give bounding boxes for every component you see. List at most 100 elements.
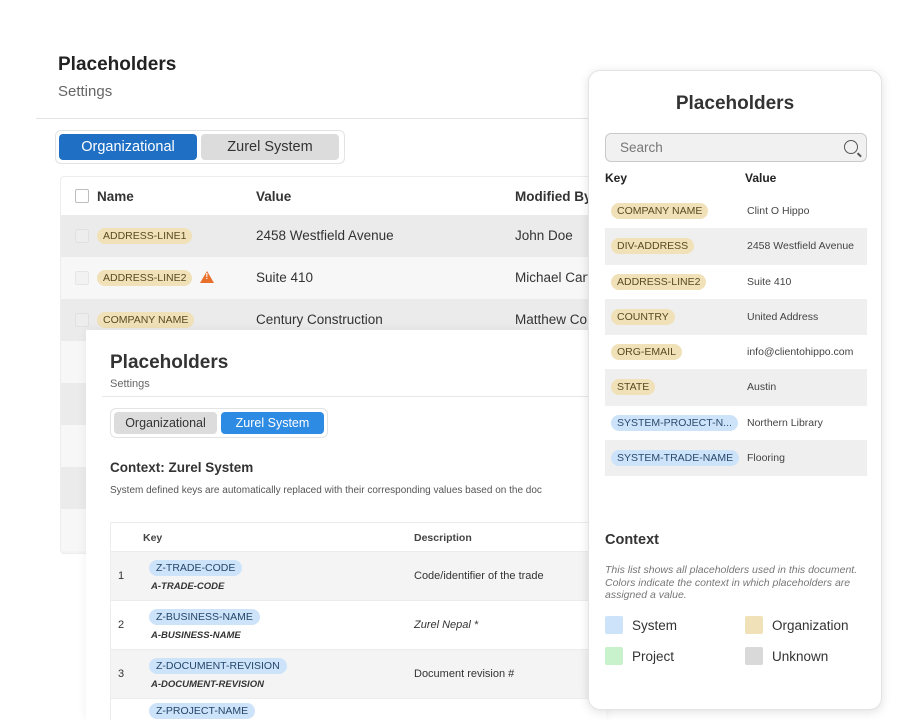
bg-table-header: Name Value Modified By xyxy=(61,177,601,215)
row-checkbox[interactable] xyxy=(75,229,89,243)
placeholder-value: Suite 410 xyxy=(747,275,792,288)
placeholder-value: United Address xyxy=(747,310,819,323)
list-item[interactable]: STATE Austin xyxy=(605,370,867,406)
list-item[interactable]: SYSTEM-TRADE-NAME Flooring xyxy=(605,441,867,477)
placeholder-pill: COMPANY NAME xyxy=(611,203,709,219)
table-row[interactable]: 1 Z-TRADE-CODE A-TRADE-CODE Code/identif… xyxy=(111,552,606,601)
list-item[interactable]: SYSTEM-PROJECT-N... Northern Library xyxy=(605,406,867,442)
context-note: This list shows all placeholders used in… xyxy=(605,564,858,601)
table-row[interactable]: 3 Z-DOCUMENT-REVISION A-DOCUMENT-REVISIO… xyxy=(111,650,606,699)
legend-label: Project xyxy=(632,648,675,664)
placeholder-pill: ADDRESS-LINE2 xyxy=(97,270,193,286)
zurel-page-title: Placeholders xyxy=(110,352,229,373)
placeholders-side-panel: Placeholders Key Value COMPANY NAME Clin… xyxy=(588,70,882,710)
legend-organization: Organization xyxy=(745,616,849,634)
bg-divider xyxy=(36,118,596,119)
row-modified-by: Michael Cart xyxy=(515,270,591,285)
table-row[interactable]: 2 Z-BUSINESS-NAME A-BUSINESS-NAME Zurel … xyxy=(111,601,606,650)
zurel-context-note: System defined keys are automatically re… xyxy=(110,485,542,496)
placeholder-pill: COUNTRY xyxy=(611,308,675,325)
table-row[interactable]: Z-PROJECT-NAME xyxy=(111,699,606,720)
zurel-page-subtitle: Settings xyxy=(110,378,150,390)
row-value: Century Construction xyxy=(256,312,383,327)
zurel-col-key: Key xyxy=(143,532,163,544)
search-icon[interactable] xyxy=(844,140,858,154)
row-checkbox[interactable] xyxy=(75,271,89,285)
bg-tab-zurel-system[interactable]: Zurel System xyxy=(201,134,339,160)
zurel-table-header: Key Description xyxy=(111,523,606,552)
row-checkbox[interactable] xyxy=(75,313,89,327)
placeholder-value: Flooring xyxy=(747,452,785,465)
row-value: 2458 Westfield Avenue xyxy=(256,228,394,243)
list-item[interactable]: COUNTRY United Address xyxy=(605,299,867,336)
bg-col-value: Value xyxy=(256,189,292,204)
bg-page-title: Placeholders xyxy=(58,54,177,75)
zurel-tab-group: Organizational Zurel System xyxy=(110,408,328,438)
bg-tab-organizational[interactable]: Organizational xyxy=(59,134,197,160)
select-all-checkbox[interactable] xyxy=(75,189,89,203)
context-title: Context xyxy=(605,532,659,548)
key-description: Code/identifier of the trade xyxy=(414,570,544,582)
row-value: Suite 410 xyxy=(256,270,314,285)
legend-label: Unknown xyxy=(772,648,829,664)
panel-title: Placeholders xyxy=(675,93,795,114)
key-alias: A-BUSINESS-NAME xyxy=(151,630,241,641)
search-input[interactable] xyxy=(618,139,842,156)
system-key-pill: Z-DOCUMENT-REVISION xyxy=(149,658,287,674)
zurel-tab-organizational[interactable]: Organizational xyxy=(114,412,217,434)
legend-unknown: Unknown xyxy=(745,647,828,665)
system-key-pill: Z-BUSINESS-NAME xyxy=(149,609,260,625)
legend-swatch xyxy=(745,616,763,634)
list-item[interactable]: DIV-ADDRESS 2458 Westfield Avenue xyxy=(605,229,867,265)
row-modified-by: John Doe xyxy=(515,228,573,243)
bg-col-modified: Modified By xyxy=(515,189,592,204)
table-row[interactable]: ADDRESS-LINE2 Suite 410 Michael Cart xyxy=(61,257,601,299)
placeholder-value: Clint O Hippo xyxy=(747,205,810,217)
legend-system: System xyxy=(605,616,677,634)
placeholder-value: info@clientohippo.com xyxy=(747,346,854,359)
search-box xyxy=(605,133,867,162)
warning-icon xyxy=(200,271,215,284)
panel-col-value: Value xyxy=(745,171,777,185)
zurel-col-description: Description xyxy=(414,532,472,544)
zurel-tab-zurel-system[interactable]: Zurel System xyxy=(221,412,324,434)
placeholder-pill: DIV-ADDRESS xyxy=(611,238,695,255)
panel-placeholder-list: COMPANY NAME Clint O Hippo DIV-ADDRESS 2… xyxy=(605,194,867,477)
list-item[interactable]: ADDRESS-LINE2 Suite 410 xyxy=(605,265,867,300)
row-number: 3 xyxy=(118,668,125,680)
placeholder-pill: ORG-EMAIL xyxy=(611,344,682,361)
row-number: 2 xyxy=(118,619,125,631)
zurel-system-panel: Placeholders Settings Organizational Zur… xyxy=(86,330,606,720)
bg-tab-group: Organizational Zurel System xyxy=(55,130,345,164)
row-number: 1 xyxy=(118,570,125,582)
legend-swatch xyxy=(745,647,763,665)
placeholder-pill: COMPANY NAME xyxy=(97,312,195,328)
zurel-divider xyxy=(102,396,606,397)
placeholder-pill: ADDRESS-LINE2 xyxy=(611,273,707,290)
key-description: Document revision # xyxy=(414,668,515,680)
row-modified-by: Matthew Co xyxy=(515,312,588,327)
bg-col-name: Name xyxy=(97,189,134,204)
key-description: Zurel Nepal * xyxy=(414,619,479,631)
legend-swatch xyxy=(605,616,623,634)
table-row[interactable]: ADDRESS-LINE1 2458 Westfield Avenue John… xyxy=(61,215,601,257)
placeholder-value: 2458 Westfield Avenue xyxy=(747,240,855,253)
legend-label: System xyxy=(632,617,678,633)
placeholder-value: Northern Library xyxy=(747,416,823,429)
key-alias: A-DOCUMENT-REVISION xyxy=(151,679,264,690)
list-item[interactable]: COMPANY NAME Clint O Hippo xyxy=(605,194,867,230)
legend-project: Project xyxy=(605,647,674,665)
placeholder-pill: STATE xyxy=(611,379,656,396)
placeholder-pill: SYSTEM-PROJECT-N... xyxy=(611,414,738,431)
panel-col-key: Key xyxy=(605,171,628,185)
system-key-pill: Z-TRADE-CODE xyxy=(149,560,243,576)
placeholder-value: Austin xyxy=(747,381,777,394)
bg-page-subtitle: Settings xyxy=(58,83,113,100)
placeholder-pill: SYSTEM-TRADE-NAME xyxy=(611,450,740,467)
list-item[interactable]: ORG-EMAIL info@clientohippo.com xyxy=(605,335,867,371)
legend-swatch xyxy=(605,647,623,665)
legend-label: Organization xyxy=(772,617,849,633)
zurel-key-table: Key Description 1 Z-TRADE-CODE A-TRADE-C… xyxy=(110,522,606,720)
placeholder-pill: ADDRESS-LINE1 xyxy=(97,228,193,244)
system-key-pill: Z-PROJECT-NAME xyxy=(149,703,256,719)
